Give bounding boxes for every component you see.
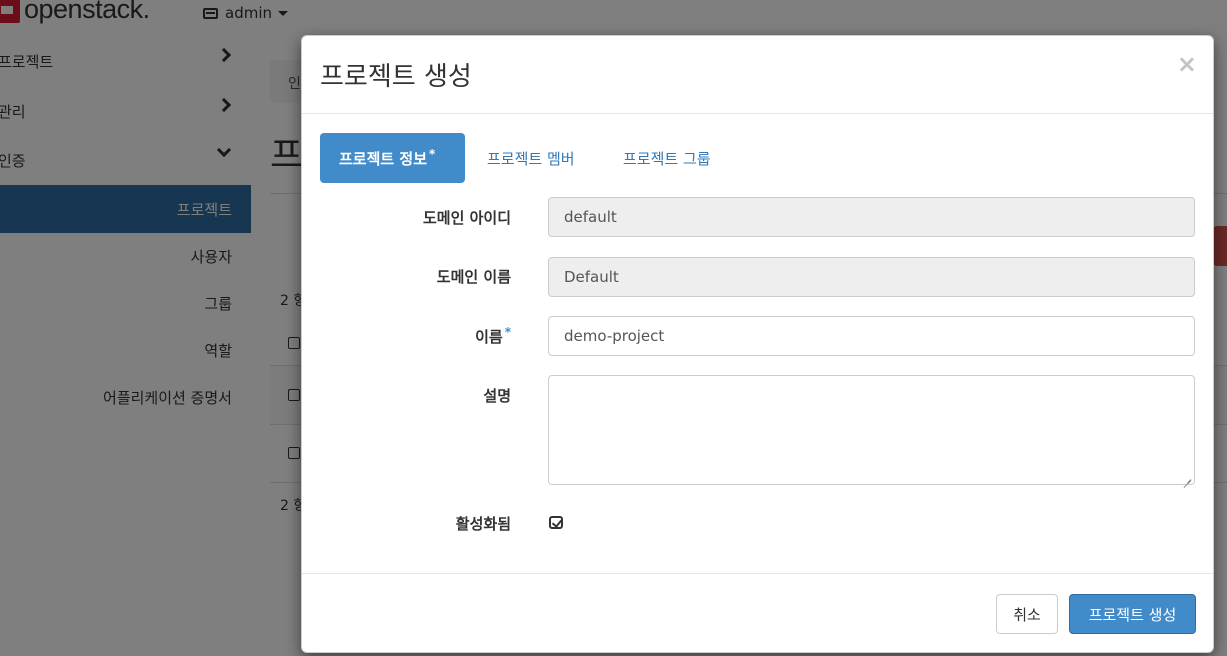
- domain-id-field[interactable]: [548, 197, 1195, 237]
- name-field[interactable]: [548, 316, 1195, 356]
- tab-project-groups[interactable]: 프로젝트 그룹: [605, 133, 723, 183]
- close-icon[interactable]: ×: [1177, 52, 1197, 76]
- create-project-modal: 프로젝트 생성 × 프로젝트 정보 * 프로젝트 멤버 프로젝트 그룹 도메인 아…: [301, 35, 1214, 653]
- modal-footer-divider: [302, 573, 1213, 574]
- domain-id-label: 도메인 아이디: [422, 209, 511, 227]
- domain-name-label: 도메인 이름: [436, 268, 511, 286]
- tab-project-info[interactable]: 프로젝트 정보 *: [320, 133, 465, 183]
- tab-project-members[interactable]: 프로젝트 멤버: [469, 133, 587, 183]
- enabled-checkbox[interactable]: [549, 516, 563, 529]
- required-star: *: [504, 325, 511, 339]
- modal-title: 프로젝트 생성: [320, 62, 472, 92]
- description-textarea[interactable]: [548, 375, 1195, 485]
- resize-grip-icon[interactable]: [1183, 473, 1191, 481]
- name-label-text: 이름: [475, 328, 503, 346]
- tab-label: 프로젝트 멤버: [487, 150, 575, 168]
- tab-label: 프로젝트 그룹: [623, 150, 711, 168]
- enabled-label: 활성화됨: [455, 515, 511, 533]
- name-label: 이름 *: [475, 325, 511, 347]
- required-star: *: [429, 147, 436, 161]
- cancel-button[interactable]: 취소: [996, 594, 1058, 634]
- modal-header: 프로젝트 생성 ×: [302, 36, 1213, 114]
- domain-name-field[interactable]: [548, 257, 1195, 297]
- description-label: 설명: [483, 387, 511, 405]
- tab-label: 프로젝트 정보: [339, 150, 428, 168]
- create-project-button[interactable]: 프로젝트 생성: [1069, 594, 1196, 634]
